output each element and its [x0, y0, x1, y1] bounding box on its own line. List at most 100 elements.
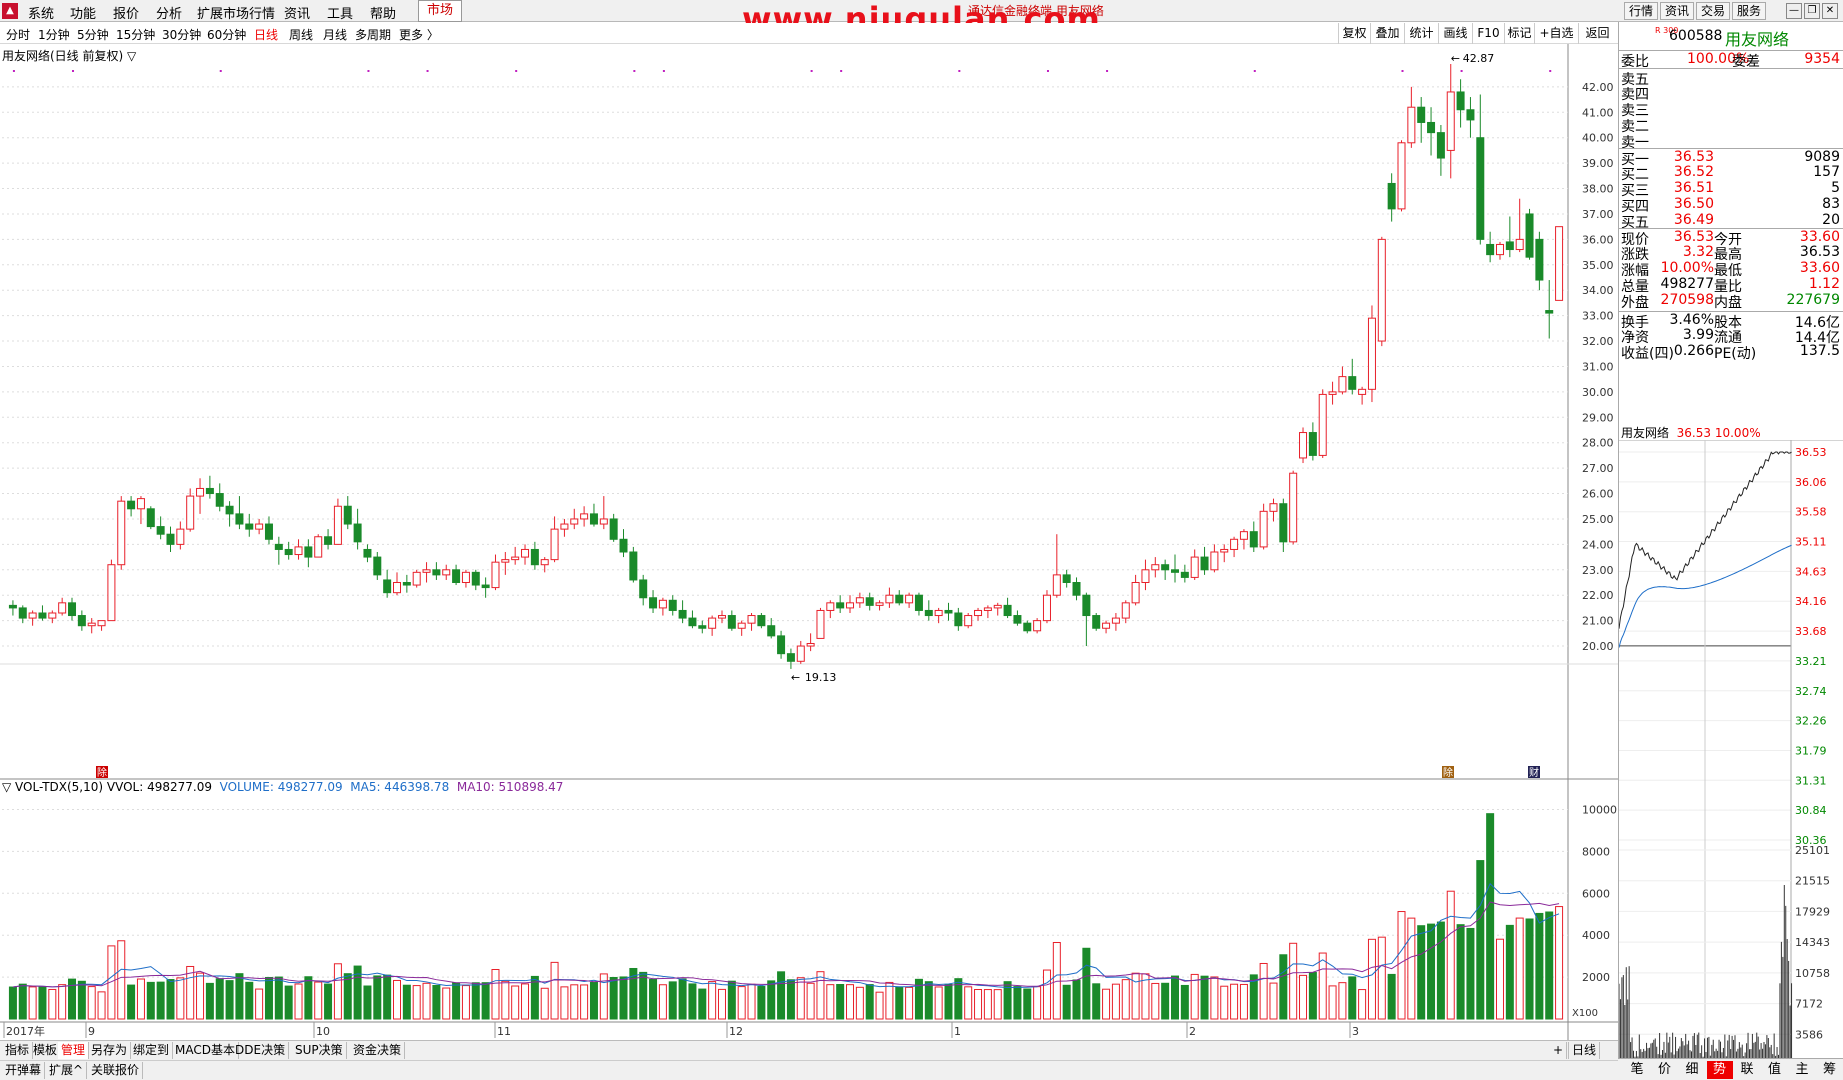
restore-icon[interactable]: ❐ — [1804, 3, 1820, 19]
mini-price: 36.53 — [1677, 426, 1711, 440]
menu-item[interactable]: 工具 — [327, 3, 353, 22]
candle-body — [1359, 389, 1366, 394]
indicator-tab[interactable]: 模板 — [30, 1042, 61, 1059]
menu-item[interactable]: 扩展市场行情 — [197, 3, 275, 22]
candle-body — [167, 534, 174, 544]
right-tab[interactable]: 联 — [1734, 1061, 1760, 1079]
minimize-icon[interactable]: — — [1786, 3, 1802, 19]
indicator-tab[interactable]: SUP决策 — [292, 1042, 347, 1059]
candle-body — [669, 600, 676, 610]
tool-button[interactable]: 统计 — [1404, 23, 1438, 44]
indicator-tab[interactable]: 另存为 — [88, 1042, 131, 1059]
service-button[interactable]: 服务 — [1732, 2, 1766, 20]
indicator-tab[interactable]: 指标 — [2, 1042, 33, 1059]
candle-body — [512, 557, 519, 560]
volume-bar — [1418, 926, 1425, 1019]
kline-chart[interactable]: 42.00 41.00 40.00 39.00 38.00 37.00 36.00 35.00… — [0, 44, 1618, 1040]
candle-body — [1201, 557, 1208, 570]
right-tab[interactable]: 势 — [1707, 1061, 1733, 1079]
buy-volume: 20 — [1822, 212, 1840, 228]
indicator-tab[interactable]: DDE决策 — [232, 1042, 289, 1059]
period-tab[interactable]: 30分钟 — [162, 26, 201, 43]
right-tab[interactable]: 主 — [1789, 1061, 1815, 1079]
candle-body — [689, 618, 696, 626]
candle-body — [1024, 623, 1031, 631]
mini-price-tick: 35.58 — [1795, 506, 1827, 519]
volume-bar — [246, 982, 253, 1019]
trade-button[interactable]: 交易 — [1696, 2, 1730, 20]
menu-item[interactable]: 分析 — [156, 3, 182, 22]
period-indicator[interactable]: 日线 — [1568, 1042, 1600, 1059]
menu-item[interactable]: 功能 — [70, 3, 96, 22]
candle-body — [59, 603, 66, 613]
indicator-tab[interactable]: 管理 — [58, 1042, 89, 1059]
period-tab[interactable]: 更多 〉 — [399, 26, 439, 43]
right-tab[interactable]: 筹 — [1817, 1061, 1843, 1079]
period-tab[interactable]: 1分钟 — [38, 26, 70, 43]
right-tab[interactable]: 值 — [1762, 1061, 1788, 1079]
tool-button[interactable]: 画线 — [1438, 23, 1472, 44]
quote-button[interactable]: 行情 — [1624, 2, 1658, 20]
menu-item[interactable]: 系统 — [28, 3, 54, 22]
period-tab[interactable]: 月线 — [323, 26, 347, 43]
indicator-tab[interactable]: MACD基本 — [172, 1042, 239, 1059]
period-tab[interactable]: 15分钟 — [116, 26, 155, 43]
volume-bar — [453, 983, 460, 1019]
candle-body — [571, 519, 578, 524]
signal-dot — [427, 70, 429, 72]
tool-button[interactable]: F10 — [1472, 23, 1504, 44]
stat-value: 33.60 — [1800, 260, 1840, 276]
price-tick: 31.00 — [1582, 360, 1614, 373]
add-icon[interactable]: + — [1550, 1042, 1567, 1059]
buy-volume: 83 — [1822, 196, 1840, 212]
tool-button[interactable]: 叠加 — [1370, 23, 1404, 44]
close-icon[interactable]: ✕ — [1822, 3, 1838, 19]
mini-price-tick: 36.53 — [1795, 446, 1827, 459]
candle-body — [265, 524, 272, 539]
menu-item[interactable]: 资讯 — [284, 3, 310, 22]
indicator-tab[interactable]: 绑定到 — [130, 1042, 173, 1059]
candle-body — [216, 494, 223, 507]
tool-button[interactable]: +自选 — [1534, 23, 1578, 44]
period-tab[interactable]: 5分钟 — [77, 26, 109, 43]
status-tab[interactable]: 开弹幕 — [2, 1062, 45, 1079]
mini-price-tick: 34.63 — [1795, 565, 1827, 578]
status-tab[interactable]: 关联报价 — [88, 1062, 143, 1079]
candle-body — [1043, 595, 1050, 620]
signal-dot — [72, 70, 74, 72]
candle-body — [226, 506, 233, 514]
intraday-chart[interactable]: 36.53 36.06 35.58 35.11 34.63 34.16 33.68 33.21… — [1619, 440, 1843, 1080]
candle-body — [787, 654, 794, 662]
news-button[interactable]: 资讯 — [1660, 2, 1694, 20]
market-button[interactable]: 市场 — [418, 0, 462, 22]
mini-price-tick: 32.74 — [1795, 685, 1827, 698]
signal-dot — [633, 70, 635, 72]
mini-price-tick: 30.84 — [1795, 804, 1827, 817]
candle-body — [994, 605, 1001, 608]
volume-bar — [19, 984, 26, 1019]
right-tab[interactable]: 细 — [1679, 1061, 1705, 1079]
period-tab[interactable]: 分时 — [6, 26, 30, 43]
volume-bar — [1368, 939, 1375, 1019]
volume-bar — [334, 964, 341, 1019]
tool-button[interactable]: 返回 — [1578, 23, 1616, 44]
app-logo-icon[interactable]: ▲ — [2, 3, 18, 19]
period-tab-active[interactable]: 日线 — [254, 26, 278, 43]
volume-bar — [699, 989, 706, 1019]
status-tab[interactable]: 扩展^ — [46, 1062, 87, 1079]
tool-button[interactable]: 标记 — [1504, 23, 1534, 44]
right-tab[interactable]: 笔 — [1624, 1061, 1650, 1079]
period-tab[interactable]: 周线 — [289, 26, 313, 43]
candle-body — [443, 570, 450, 575]
candle-body — [630, 552, 637, 580]
period-tab[interactable]: 多周期 — [355, 26, 391, 43]
candle-body — [492, 562, 499, 587]
tool-button[interactable]: 复权 — [1338, 23, 1370, 44]
right-tab[interactable]: 价 — [1652, 1061, 1678, 1079]
signal-dot — [367, 70, 369, 72]
period-tab[interactable]: 60分钟 — [207, 26, 246, 43]
menu-item[interactable]: 报价 — [113, 3, 139, 22]
indicator-tab[interactable]: 资金决策 — [350, 1042, 405, 1059]
menu-item[interactable]: 帮助 — [370, 3, 396, 22]
stat-value: 3.99 — [1683, 327, 1714, 343]
